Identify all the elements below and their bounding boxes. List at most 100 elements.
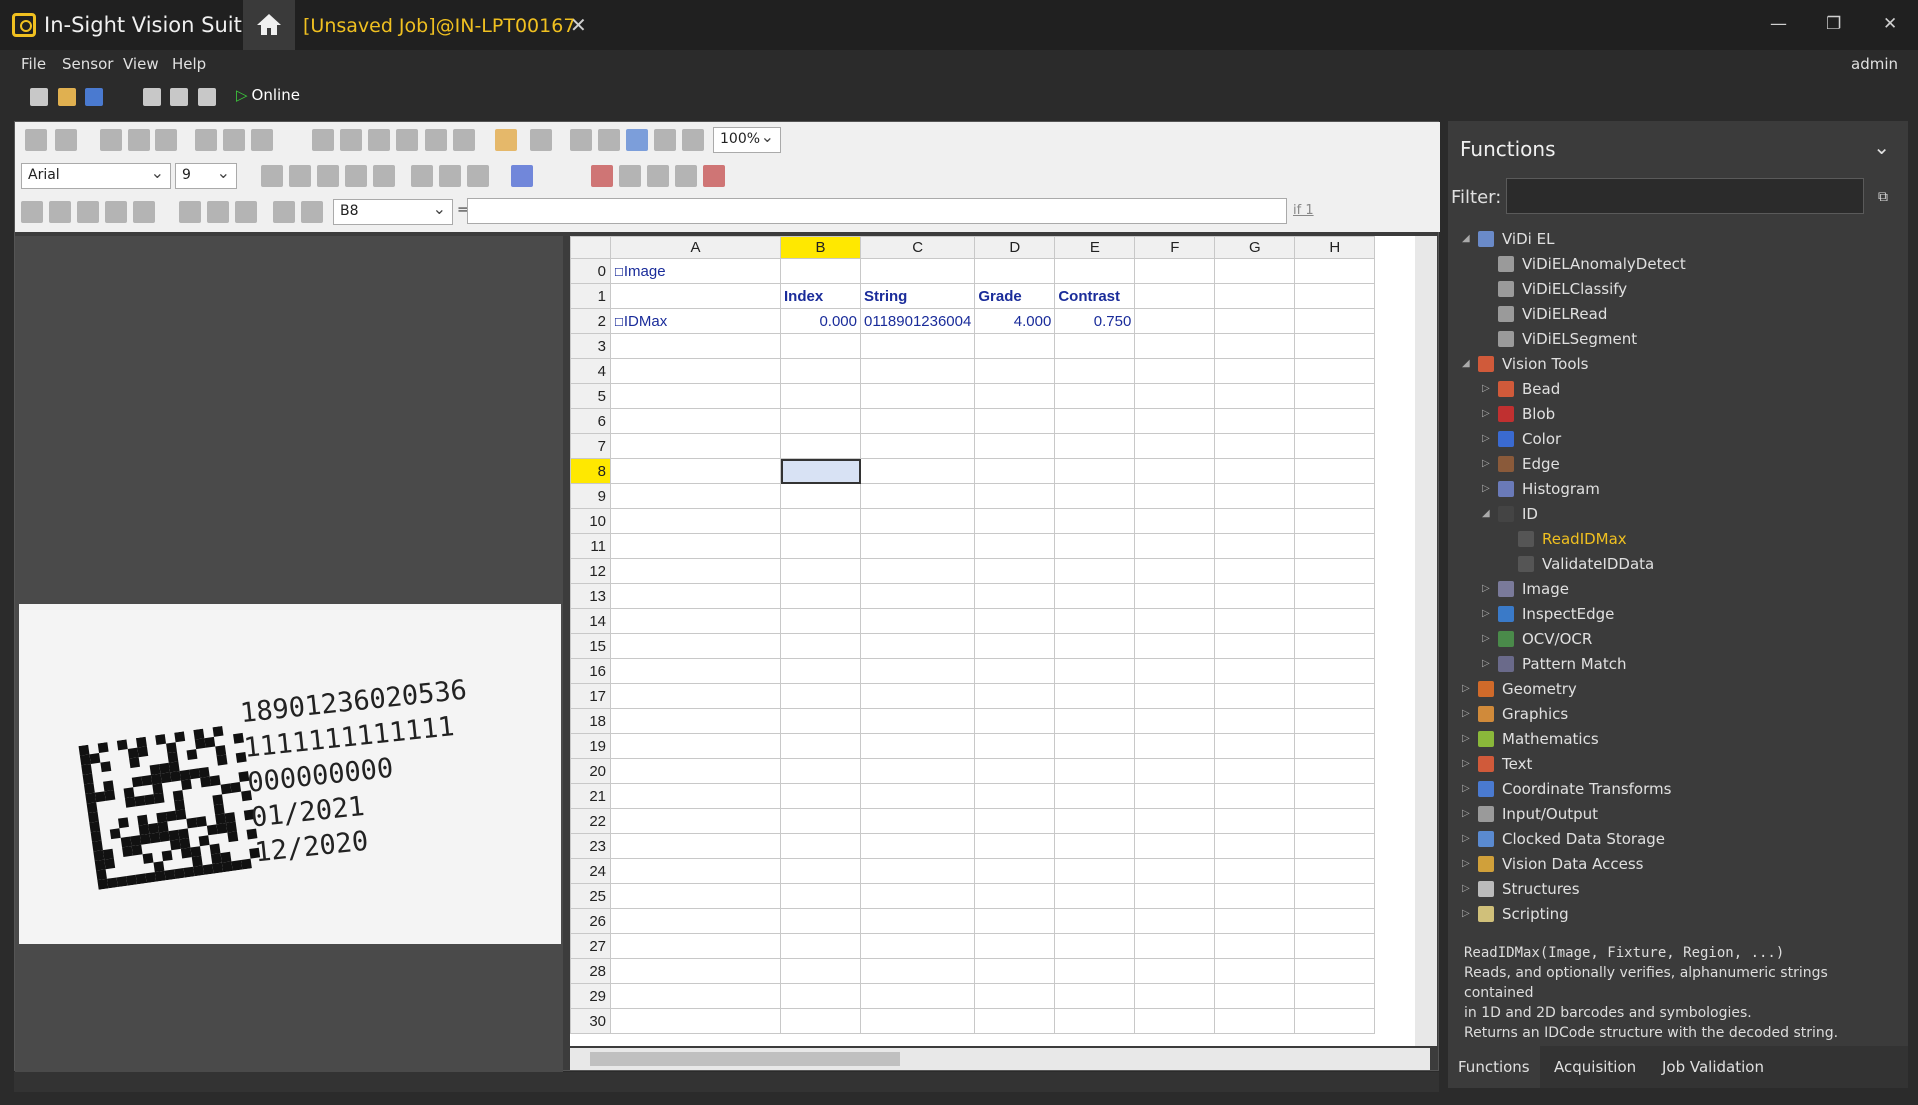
row-header[interactable]: 30	[570, 1008, 611, 1034]
cell[interactable]	[1294, 633, 1376, 659]
cell[interactable]	[859, 908, 976, 934]
cell[interactable]	[974, 558, 1056, 584]
cell[interactable]	[1054, 808, 1136, 834]
cell[interactable]	[1214, 983, 1296, 1009]
cell[interactable]	[1054, 383, 1136, 409]
tree-item[interactable]: ▷ Vision Data Access	[1462, 851, 1643, 876]
cell[interactable]	[859, 858, 976, 884]
row-header[interactable]: 9	[570, 483, 611, 509]
cell[interactable]	[1214, 358, 1296, 384]
sheet-view-icon[interactable]	[626, 129, 648, 151]
tree-item[interactable]: ▷ Bead	[1482, 376, 1560, 401]
fill-icon[interactable]	[467, 165, 489, 187]
cell[interactable]	[1294, 883, 1376, 909]
cell[interactable]	[1214, 558, 1296, 584]
cell[interactable]	[1294, 458, 1376, 484]
collapse-arrow-icon[interactable]: ▷	[1462, 733, 1478, 744]
tree-item[interactable]: ▷ Image	[1482, 576, 1569, 601]
cell[interactable]: 0118901236004	[859, 308, 976, 334]
cell[interactable]	[1134, 933, 1216, 959]
cell[interactable]	[1294, 1008, 1376, 1034]
horizontal-scrollbar[interactable]	[570, 1048, 1430, 1070]
collapse-arrow-icon[interactable]: ▷	[1482, 608, 1498, 619]
cell[interactable]	[859, 633, 976, 659]
tools-icon[interactable]	[682, 129, 704, 151]
tree-item[interactable]: ▷ Pattern Match	[1482, 651, 1627, 676]
cell[interactable]	[610, 933, 781, 959]
cell[interactable]	[1294, 258, 1376, 284]
cell[interactable]	[1054, 408, 1136, 434]
image-icon[interactable]	[495, 129, 517, 151]
cell[interactable]	[610, 358, 781, 384]
cell[interactable]	[1054, 783, 1136, 809]
list-icon[interactable]	[301, 201, 323, 223]
tree-item[interactable]: ViDiELAnomalyDetect	[1482, 251, 1686, 276]
cell[interactable]	[1214, 333, 1296, 359]
zoom-in-icon[interactable]	[312, 129, 334, 151]
spreadsheet-grid[interactable]: A B C D E F G H 0 ☐Image 1 Index String Grade Contrast…	[570, 236, 1430, 1046]
cell[interactable]	[974, 508, 1056, 534]
cell[interactable]	[859, 658, 976, 684]
cell[interactable]	[1054, 633, 1136, 659]
open-job-icon[interactable]	[58, 88, 76, 106]
cell[interactable]	[1134, 258, 1216, 284]
cell[interactable]: String	[859, 283, 976, 309]
collapse-arrow-icon[interactable]: ▷	[1482, 458, 1498, 469]
cell[interactable]	[610, 383, 781, 409]
column-header[interactable]: H	[1294, 236, 1376, 259]
dependency-3-icon[interactable]	[647, 165, 669, 187]
cell[interactable]: 4.000	[974, 308, 1056, 334]
cell[interactable]	[1134, 483, 1216, 509]
lock-icon[interactable]	[155, 129, 177, 151]
font-select[interactable]: Arial	[21, 163, 171, 189]
close-window-icon[interactable]: ✕	[1883, 14, 1897, 34]
cell[interactable]	[780, 508, 861, 534]
cell[interactable]	[1294, 933, 1376, 959]
cell[interactable]	[1134, 308, 1216, 334]
cell[interactable]	[1134, 783, 1216, 809]
row-header[interactable]: 6	[570, 408, 611, 434]
cell[interactable]	[1054, 608, 1136, 634]
cell[interactable]	[780, 533, 861, 559]
cell[interactable]	[610, 683, 781, 709]
cell[interactable]	[974, 708, 1056, 734]
tree-item[interactable]: ▷ Histogram	[1482, 476, 1600, 501]
paste-special-icon[interactable]	[128, 129, 150, 151]
cell[interactable]	[1214, 908, 1296, 934]
cell[interactable]	[1214, 383, 1296, 409]
cell[interactable]	[1134, 808, 1216, 834]
zoom-select[interactable]: 100%	[713, 127, 781, 153]
cell[interactable]	[1054, 883, 1136, 909]
cell[interactable]	[1134, 608, 1216, 634]
cell[interactable]	[780, 483, 861, 509]
grid-icon[interactable]	[425, 129, 447, 151]
corner-cell[interactable]	[570, 236, 611, 259]
cell[interactable]	[859, 958, 976, 984]
italic-icon[interactable]	[289, 165, 311, 187]
tree-item[interactable]: ▷ Blob	[1482, 401, 1555, 426]
cell[interactable]	[610, 633, 781, 659]
cell[interactable]	[780, 833, 861, 859]
cell[interactable]	[974, 808, 1056, 834]
cell[interactable]	[974, 683, 1056, 709]
cell[interactable]	[859, 483, 976, 509]
align-left-icon[interactable]	[317, 165, 339, 187]
row-header[interactable]: 23	[570, 833, 611, 859]
cell[interactable]	[1054, 533, 1136, 559]
row-header[interactable]: 10	[570, 508, 611, 534]
row-header[interactable]: 3	[570, 333, 611, 359]
row-header[interactable]: 25	[570, 883, 611, 909]
cell[interactable]	[610, 1008, 781, 1034]
cell[interactable]	[1294, 533, 1376, 559]
cell[interactable]	[974, 858, 1056, 884]
cell[interactable]	[974, 933, 1056, 959]
dependency-2-icon[interactable]	[619, 165, 641, 187]
align-center-icon[interactable]	[345, 165, 367, 187]
cell[interactable]	[780, 708, 861, 734]
cell[interactable]	[610, 433, 781, 459]
cell[interactable]	[1294, 383, 1376, 409]
tab-functions[interactable]: Functions	[1448, 1046, 1540, 1088]
column-header[interactable]: G	[1214, 236, 1296, 259]
row-header[interactable]: 24	[570, 858, 611, 884]
cell[interactable]	[1054, 958, 1136, 984]
